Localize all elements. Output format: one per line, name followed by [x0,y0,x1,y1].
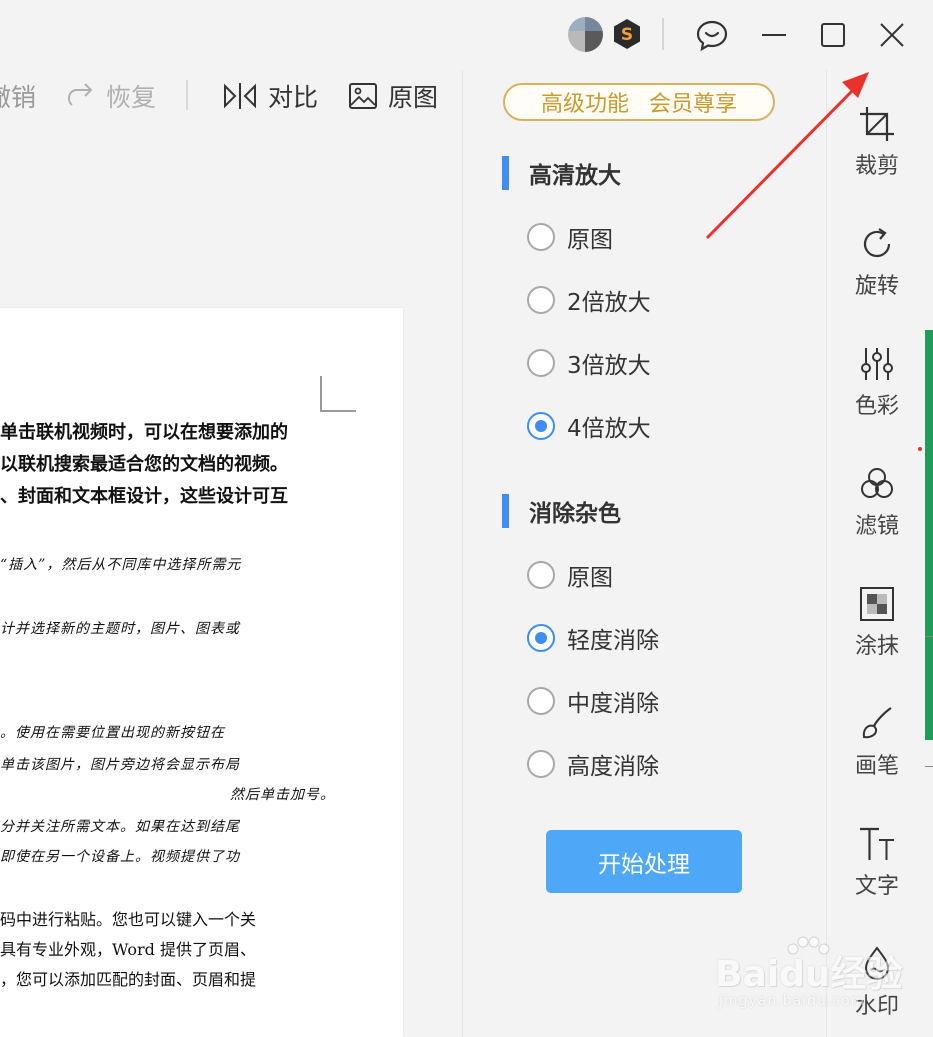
background-window-line [925,766,933,767]
rotate-icon [863,228,891,258]
tool-label: 色彩 [854,394,899,419]
tool-label: 水印 [854,994,899,1019]
denoise-section-title: 消除杂色 [502,494,621,528]
radio-label: 4倍放大 [567,416,651,442]
start-processing-button[interactable]: 开始处理 [546,830,742,893]
undo-button[interactable]: 撤销 [0,78,36,114]
document-line: 。使用在需要位置出现的新按钮在 [0,725,225,741]
premium-left-label: 高级功能 [540,92,629,117]
titlebar-divider [662,18,664,50]
radio-label: 中度消除 [567,691,659,717]
original-button[interactable]: 原图 [348,78,438,114]
document-line: 然后单击加号。↵ [230,787,330,803]
background-window-line [925,636,933,637]
premium-right-label: 会员尊享 [649,92,738,117]
radio-circle[interactable] [527,750,555,778]
title-bar: S [0,0,933,70]
document-line: 以联机搜索最适合您的文档的视频。 [0,454,288,475]
compare-button[interactable]: 对比 [222,78,318,114]
brush-icon [862,707,892,739]
upscale-option-3x[interactable]: 3倍放大 [527,347,651,379]
document-line: “插入”，然后从不同库中选择所需元 [0,557,242,573]
tool-label: 涂抹 [854,634,899,659]
document-line: 、封面和文本框设计，这些设计可互 [0,486,288,507]
margin-corner-mark [320,376,356,412]
tool-label: 画笔 [854,754,899,779]
tool-brush[interactable]: 画笔 [827,704,927,794]
undo-label: 撤销 [0,83,37,112]
redo-icon [67,83,93,106]
radio-circle[interactable] [527,561,555,589]
mosaic-icon [860,587,894,621]
upscale-option-original[interactable]: 原图 [527,221,613,253]
tool-watermark[interactable]: 水印 [827,944,927,1034]
radio-label: 高度消除 [567,754,659,780]
redo-label: 恢复 [106,83,157,112]
radio-label: 3倍放大 [567,353,651,379]
crop-icon [860,107,894,141]
svg-text:S: S [621,25,633,45]
background-window-edge [925,330,933,740]
tool-smear[interactable]: 涂抹 [827,584,927,674]
avatar[interactable] [568,17,603,52]
upscale-section-title: 高清放大 [502,156,621,190]
document-line: 单击联机视频时，可以在想要添加的 [0,422,288,443]
document-line: 具有专业外观，Word 提供了页眉、 [0,940,256,959]
sliders-icon [861,348,893,380]
upscale-option-4x[interactable]: 4倍放大 [527,410,651,442]
tool-label: 文字 [854,874,899,899]
tool-label: 裁剪 [854,154,899,179]
tool-crop[interactable]: 裁剪 [827,104,927,194]
tool-filter[interactable]: 滤镜 [827,464,927,554]
document-line: 码中进行粘贴。您也可以键入一个关 [0,910,257,929]
radio-circle[interactable] [527,223,555,251]
radio-circle[interactable] [527,286,555,314]
radio-circle-checked[interactable] [527,624,555,652]
upscale-option-2x[interactable]: 2倍放大 [527,284,651,316]
redo-button[interactable]: 恢复 [64,78,156,114]
tool-label: 滤镜 [854,514,899,539]
document-line: ，您可以添加匹配的封面、页眉和提 [0,970,257,989]
document-preview: 单击联机视频时，可以在想要添加的 以联机搜索最适合您的文档的视频。 、封面和文本… [0,308,403,1037]
document-line: 计并选择新的主题时，图片、图表或 [0,621,240,637]
radio-circle[interactable] [527,687,555,715]
radio-label: 2倍放大 [567,290,651,316]
tool-sidebar: 裁剪 旋转 色彩 滤镜 涂抹 画笔 文字 水印 [826,70,933,1037]
tool-label: 旋转 [854,274,899,299]
denoise-option-light[interactable]: 轻度消除 [527,622,659,654]
tool-text[interactable]: 文字 [827,824,927,914]
image-icon [349,83,377,109]
premium-badge[interactable]: 高级功能 会员尊享 [503,83,775,121]
radio-circle-checked[interactable] [527,412,555,440]
settings-panel: 高级功能 会员尊享 高清放大 原图 2倍放大 3倍放大 4倍放大 消除杂色 原图… [462,70,826,1037]
original-label: 原图 [388,83,439,112]
denoise-option-medium[interactable]: 中度消除 [527,685,659,717]
vip-badge-icon[interactable]: S [612,18,642,50]
filter-icon [861,468,893,498]
feedback-icon[interactable] [695,18,729,52]
radio-label: 轻度消除 [567,628,659,654]
maximize-icon[interactable] [816,18,850,52]
compare-label: 对比 [268,83,319,112]
document-line: 单击该图片，图片旁边将会显示布局 [0,757,240,773]
tool-color[interactable]: 色彩 [827,344,927,434]
radio-circle[interactable] [527,349,555,377]
close-icon[interactable] [875,18,909,52]
denoise-option-heavy[interactable]: 高度消除 [527,748,659,780]
compare-icon [224,83,256,109]
denoise-option-original[interactable]: 原图 [527,559,613,591]
document-line: 分并关注所需文本。如果在达到结尾 [0,819,240,835]
tool-rotate[interactable]: 旋转 [827,224,927,314]
minimize-icon[interactable] [757,18,791,52]
radio-label: 原图 [567,565,613,591]
toolbar-divider [186,80,188,110]
text-icon [860,827,894,860]
radio-label: 原图 [567,227,613,253]
watermark-drop-icon [864,946,890,980]
red-dot [918,447,922,451]
document-line: 即使在另一个设备上。视频提供了功 [0,849,240,865]
